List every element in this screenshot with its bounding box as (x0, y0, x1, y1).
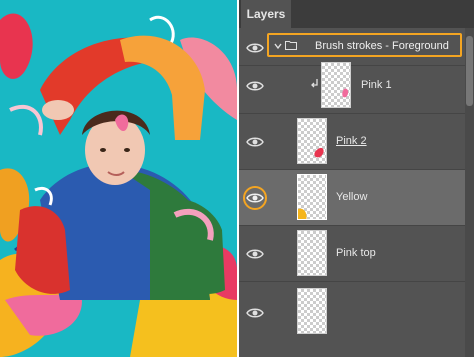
group-name: Brush strokes - Foreground (315, 40, 449, 52)
folder-icon (285, 41, 297, 50)
layer-thumbnail (297, 288, 327, 334)
visibility-eye-icon[interactable] (246, 245, 264, 263)
layer-thumbnail (321, 62, 351, 108)
visibility-eye-icon[interactable] (246, 39, 264, 57)
layer-name: Pink 1 (361, 79, 392, 91)
chevron-down-icon[interactable] (274, 42, 282, 50)
layers-scrollbar[interactable] (465, 28, 474, 357)
layer-thumbnail (297, 230, 327, 276)
layer-row-yellow[interactable]: Yellow (239, 170, 465, 226)
visibility-eye-icon[interactable] (246, 133, 264, 151)
layer-thumbnail (297, 118, 327, 164)
layer-thumbnail (297, 174, 327, 220)
scrollbar-thumb[interactable] (466, 36, 473, 106)
visibility-eye-icon[interactable] (246, 77, 264, 95)
artwork-illustration (0, 0, 237, 357)
layer-row-pink-1[interactable]: Pink 1 (239, 58, 465, 114)
panel-header: Layers (239, 0, 474, 28)
layer-row-pink-2[interactable]: Pink 2 (239, 114, 465, 170)
layer-name: Pink top (336, 247, 376, 259)
layer-name: Yellow (336, 191, 368, 203)
artwork-canvas (0, 0, 237, 357)
layer-name: Pink 2 (336, 135, 367, 147)
layers-panel: Layers Brush strokes - Foreground Pink 1… (239, 0, 474, 357)
group-highlight: Brush strokes - Foreground (267, 33, 462, 57)
layer-row-pink-top[interactable]: Pink top (239, 226, 465, 282)
visibility-eye-icon[interactable] (246, 304, 264, 322)
visibility-eye-icon[interactable] (246, 189, 264, 207)
layer-row-partial[interactable] (239, 282, 465, 357)
clipping-mask-icon (311, 79, 318, 88)
tab-layers[interactable]: Layers (241, 0, 291, 28)
